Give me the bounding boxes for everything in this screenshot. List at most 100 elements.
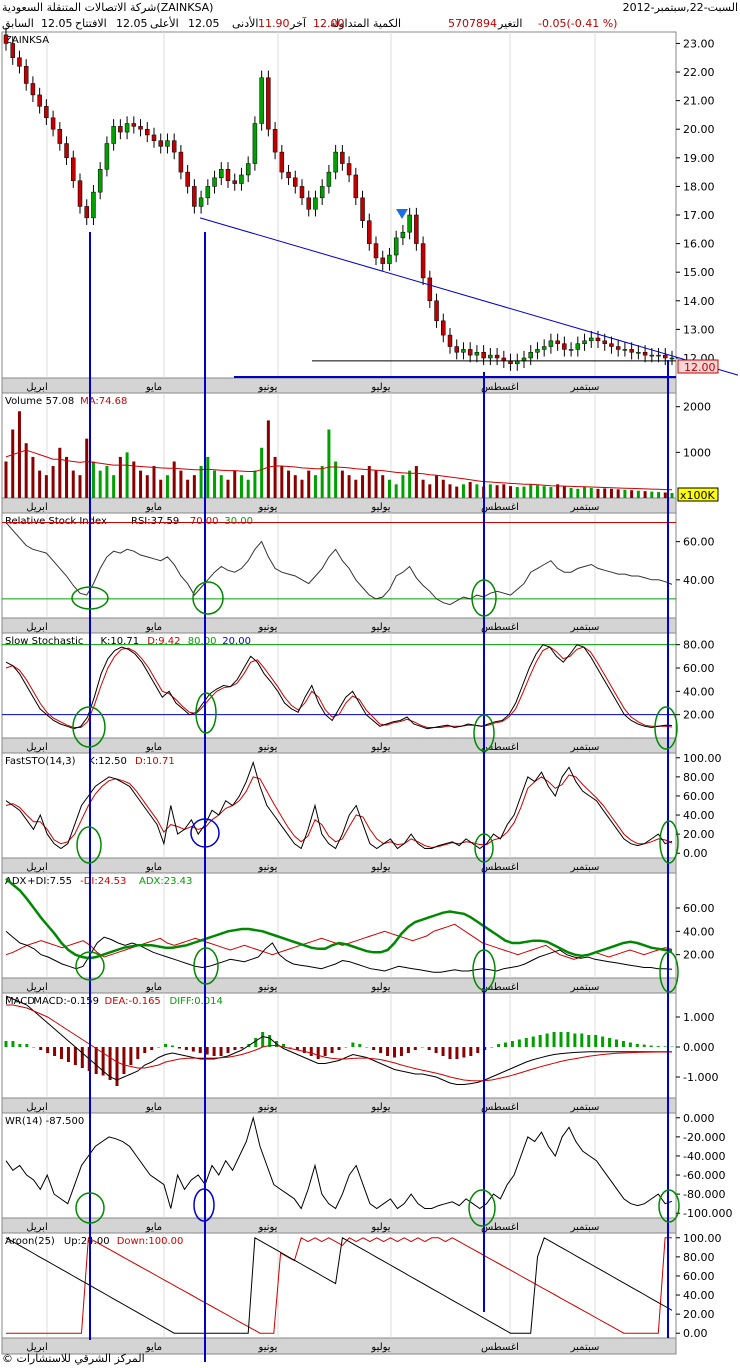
y-tick-label: 23.00	[683, 37, 715, 50]
candle-body	[145, 128, 150, 136]
month-label: سبتمبر	[570, 862, 600, 873]
volume-bar	[589, 487, 593, 498]
y-tick-label: 20.00	[683, 709, 715, 722]
volume-bar	[112, 475, 116, 498]
month-label: ابريل	[26, 982, 47, 993]
month-label: يوليو	[370, 502, 390, 513]
macd-diff-bar	[538, 1035, 542, 1047]
month-label: مايو	[145, 1222, 162, 1233]
month-label: ابريل	[26, 1222, 47, 1233]
y-tick-label: 2000	[683, 401, 711, 414]
volume-bar	[179, 470, 183, 498]
month-label: يوليو	[370, 382, 390, 393]
macd-diff-bar	[80, 1047, 84, 1068]
month-label: ابريل	[26, 742, 47, 753]
month-label: ابريل	[26, 862, 47, 873]
macd-diff-bar	[587, 1035, 591, 1047]
macd-diff-bar	[670, 1046, 674, 1048]
candle-body	[198, 197, 204, 207]
volume-bar	[320, 466, 324, 498]
candle-body	[609, 343, 614, 347]
candle-body	[333, 151, 338, 173]
candle-body	[131, 123, 137, 127]
volume-bar	[4, 461, 8, 498]
volume-bar	[603, 488, 607, 498]
month-label: مايو	[145, 862, 162, 873]
candle-body	[279, 151, 285, 173]
month-label: سبتمبر	[570, 1102, 600, 1113]
volume-bar	[381, 475, 385, 498]
y-tick-label: 40.00	[683, 574, 715, 587]
volume-bar	[58, 447, 62, 498]
macd-diff-bar	[358, 1044, 362, 1047]
macd-diff-bar	[608, 1038, 612, 1047]
candle-body	[259, 77, 264, 124]
month-label: اغسطس	[481, 862, 519, 873]
macd-diff-bar	[649, 1045, 653, 1047]
volume-bar	[24, 443, 28, 498]
macd-diff-bar	[545, 1033, 549, 1047]
y-tick-label: 80.00	[683, 771, 715, 784]
volume-bar	[414, 466, 418, 498]
aroon-down-label: Down:100.00	[117, 1236, 184, 1247]
candle-body	[232, 180, 237, 184]
candle-body	[77, 180, 83, 207]
volume-bar	[401, 475, 405, 498]
y-tick-label: 60.00	[683, 790, 715, 803]
volume-bar	[280, 466, 284, 498]
macd-diff-bar	[663, 1046, 667, 1047]
candle-body	[299, 186, 305, 199]
volume-bar	[44, 475, 48, 498]
panel-frame-7	[1, 1112, 677, 1235]
panel-frame-0	[1, 31, 677, 395]
volume-bar	[91, 461, 95, 498]
y-tick-label: -20.000	[683, 1131, 725, 1144]
candle-body	[57, 128, 63, 144]
y-tick-label: 40.00	[683, 925, 715, 938]
candle-body	[414, 214, 419, 244]
macd-diff-bar	[46, 1047, 50, 1053]
volume-bar	[448, 484, 452, 498]
slowsto-title: Slow Stochastic	[5, 636, 83, 647]
macd-diff-bar	[573, 1033, 577, 1047]
month-label: يونيو	[258, 982, 278, 993]
candle-body	[367, 220, 372, 244]
volume-bar	[31, 456, 35, 498]
panel-frame-8	[1, 1232, 677, 1355]
volume-bar	[293, 475, 297, 498]
macd-diff-bar	[448, 1047, 452, 1059]
volume-bar	[226, 479, 230, 498]
macd-diff-bar	[642, 1044, 646, 1047]
candle-body	[541, 346, 547, 350]
volume-bar	[623, 489, 627, 498]
macd-diff-bar	[323, 1047, 327, 1056]
macd-diff-bar	[497, 1044, 501, 1047]
candle-body	[474, 352, 480, 356]
volume-bar	[307, 470, 311, 498]
y-tick-label: 1.000	[683, 1011, 715, 1024]
month-label: يوليو	[370, 1342, 390, 1353]
month-label: سبتمبر	[570, 382, 600, 393]
candle-body	[313, 197, 318, 210]
macd-diff-bar	[656, 1046, 660, 1047]
volume-bar	[636, 490, 640, 498]
month-label: يوليو	[370, 982, 390, 993]
volume-bar	[125, 452, 129, 498]
volume-bar	[502, 484, 506, 498]
candle-body	[494, 354, 500, 359]
candle-body	[467, 349, 473, 356]
volume-bar	[663, 492, 667, 498]
macd-diff-bar	[386, 1047, 390, 1056]
y-tick-label: 20.00	[683, 1308, 715, 1321]
candle-body	[118, 126, 123, 133]
month-label: يونيو	[258, 1102, 278, 1113]
candle-body	[373, 243, 379, 259]
volume-bar	[367, 466, 371, 498]
y-tick-label: 0.00	[683, 1327, 708, 1340]
panel-frame-4	[1, 752, 677, 875]
volume-bar	[65, 456, 69, 498]
volume-bar	[495, 485, 499, 498]
footer-copyright: © المركز الشرقي للاستشارات	[2, 1352, 145, 1365]
candle-body	[84, 206, 89, 219]
y-tick-label: -80.000	[683, 1188, 725, 1201]
